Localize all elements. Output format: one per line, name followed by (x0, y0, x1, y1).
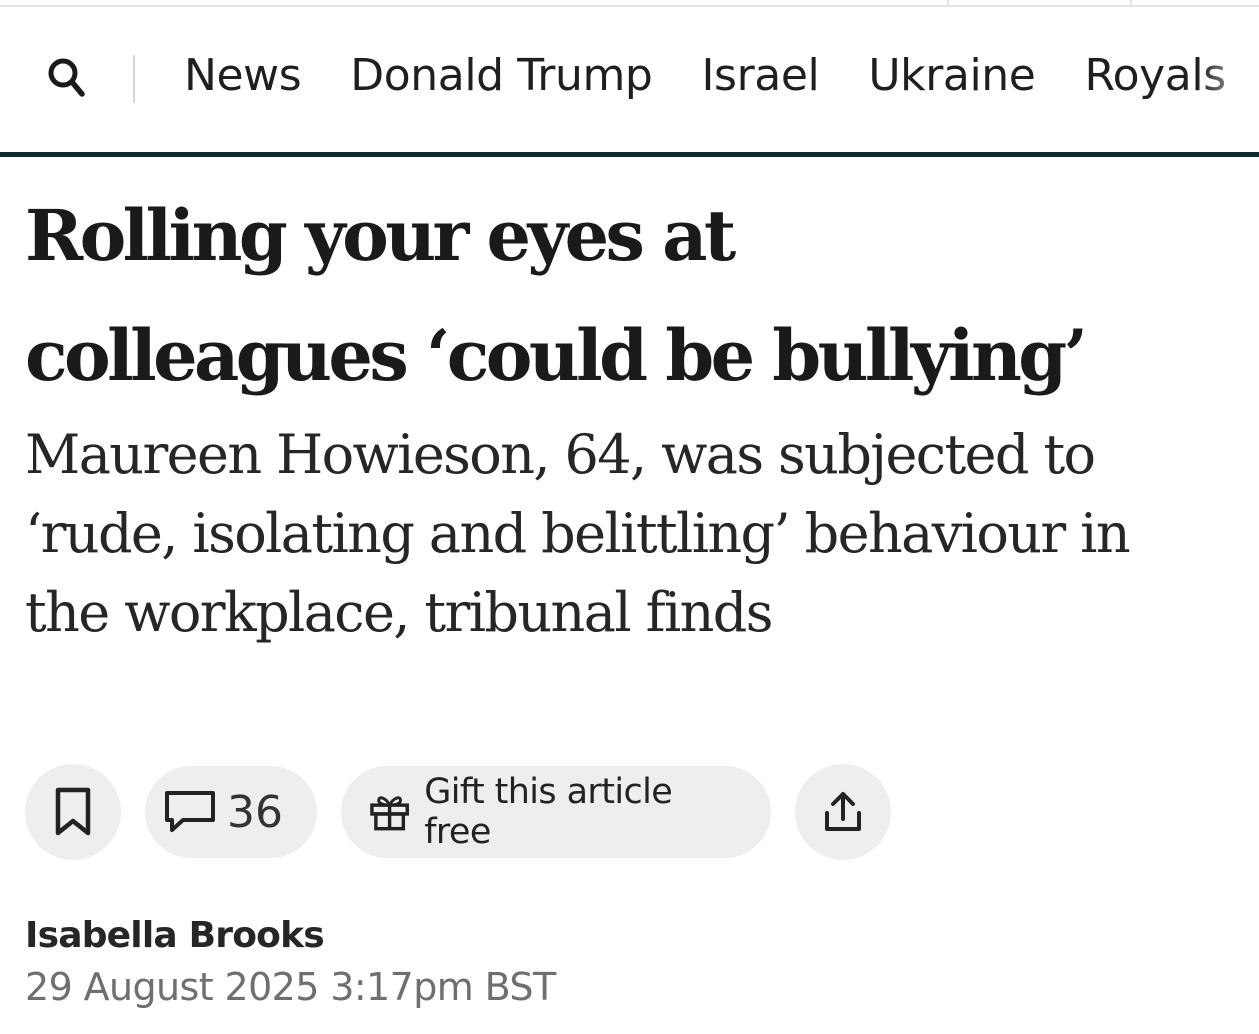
article-standfirst: Maureen Howieson, 64, was subjected to ‘… (25, 423, 1131, 644)
share-button[interactable] (795, 764, 891, 860)
search-button[interactable] (44, 54, 90, 100)
bookmark-icon (55, 787, 91, 836)
nav-links: News Donald Trump Israel Ukraine Royals (184, 48, 1259, 104)
nav-divider (133, 55, 135, 103)
search-icon (48, 58, 85, 97)
gift-article-button[interactable]: Gift this article free (341, 766, 771, 858)
gift-label: Gift this article free (424, 772, 673, 852)
headline-line-1: Rolling your eyes at (25, 194, 736, 277)
nav-scroll-fade (1199, 8, 1259, 154)
share-icon (825, 792, 861, 831)
gift-icon (370, 796, 409, 831)
headline-line-2: colleagues ‘could be bullying’ (25, 314, 1088, 397)
comments-button[interactable]: 36 (145, 766, 317, 858)
nav-item-ukraine[interactable]: Ukraine (868, 48, 1036, 104)
bookmark-button[interactable] (25, 764, 121, 860)
author-name[interactable]: Isabella Brooks (25, 912, 325, 960)
nav-item-news[interactable]: News (184, 48, 302, 104)
article-actions: 36 Gift this article free (25, 764, 891, 860)
comment-icon (165, 791, 215, 832)
top-navigation: News Donald Trump Israel Ukraine Royals (0, 8, 1259, 154)
nav-rule (0, 152, 1259, 157)
nav-item-donald-trump[interactable]: Donald Trump (350, 48, 653, 104)
top-border-tick (947, 0, 949, 7)
nav-item-israel[interactable]: Israel (701, 48, 819, 104)
article-headline: Rolling your eyes at colleagues ‘could b… (25, 176, 1259, 416)
publish-date: 29 August 2025 3:17pm BST (25, 965, 556, 1009)
top-border-tick (1130, 0, 1132, 7)
comment-count: 36 (227, 786, 283, 838)
top-border (0, 0, 1259, 7)
